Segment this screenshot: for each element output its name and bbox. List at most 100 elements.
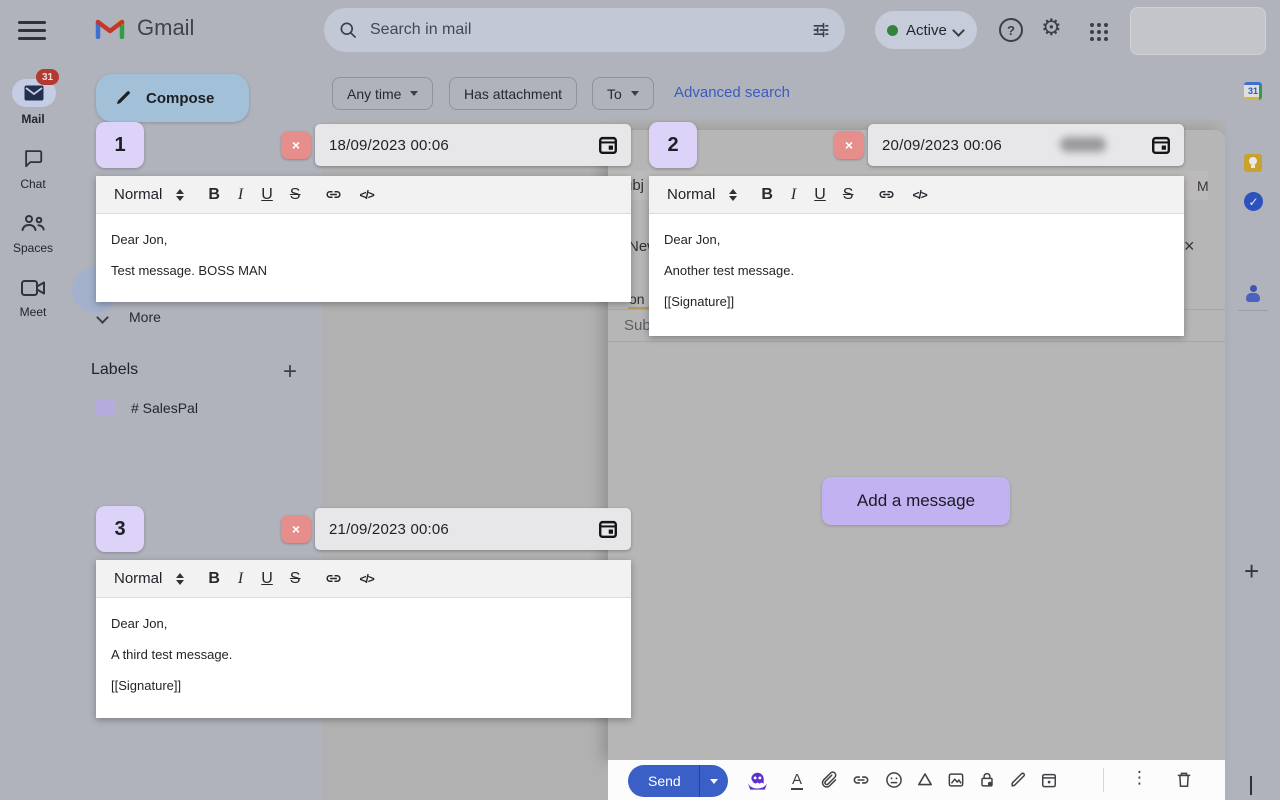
confidential-mode-icon[interactable] (977, 769, 997, 791)
side-panel-divider (1238, 310, 1268, 311)
insert-signature-icon[interactable] (1008, 769, 1028, 791)
label-tag-icon (95, 399, 116, 416)
account-avatar[interactable] (1130, 7, 1266, 55)
create-label-button[interactable]: + (283, 358, 297, 386)
get-add-ons-button[interactable]: + (1244, 556, 1259, 587)
style-updown-icon[interactable] (729, 188, 738, 201)
bold-button[interactable]: B (208, 570, 220, 587)
settings-gear-icon[interactable]: ⚙ (1041, 14, 1062, 41)
sidebar-item-meet-label: Meet (19, 305, 47, 319)
followup-1-number-badge: 1 (96, 122, 144, 168)
insert-emoji-icon[interactable] (884, 769, 904, 791)
google-calendar-icon[interactable]: 31 (1244, 82, 1262, 100)
bold-button[interactable]: B (761, 186, 773, 203)
discard-draft-icon[interactable] (1174, 769, 1194, 791)
redacted-smudge (1060, 137, 1106, 152)
insert-link-icon[interactable] (324, 185, 343, 204)
formatting-options-icon[interactable]: A (787, 769, 807, 791)
followup-2-editor: Normal B I U S </> Dear Jon, Another tes… (649, 176, 1184, 336)
paragraph-style-button[interactable]: Normal (114, 570, 162, 587)
labels-heading: Labels (91, 361, 139, 378)
help-icon[interactable]: ? (999, 18, 1023, 42)
italic-button[interactable]: I (238, 186, 243, 203)
sidebar-item-spaces-label: Spaces (12, 241, 54, 255)
filter-any-time[interactable]: Any time (332, 77, 434, 110)
show-side-panel-icon[interactable] (1250, 776, 1252, 795)
advanced-search-link[interactable]: Advanced search (674, 84, 790, 101)
salespal-ghost-icon[interactable] (744, 766, 771, 793)
underline-button[interactable]: U (261, 186, 273, 203)
calendar-icon[interactable] (597, 518, 619, 540)
chevron-down-icon (951, 23, 965, 37)
strikethrough-button[interactable]: S (843, 186, 854, 203)
insert-link-icon[interactable] (324, 569, 343, 588)
code-view-button[interactable]: </> (359, 572, 374, 586)
google-contacts-icon[interactable] (1244, 285, 1262, 303)
code-view-button[interactable]: </> (912, 188, 927, 202)
google-keep-icon[interactable] (1244, 154, 1262, 172)
main-menu-icon[interactable] (18, 21, 46, 40)
message-line: [[Signature]] (111, 678, 182, 693)
mail-unread-badge: 31 (36, 69, 59, 85)
compose-button[interactable]: Compose (96, 74, 249, 122)
strikethrough-button[interactable]: S (290, 186, 301, 203)
gmail-logo-icon (95, 19, 125, 39)
send-options-button[interactable] (700, 765, 728, 797)
search-bar[interactable]: Search in mail (324, 8, 845, 52)
meet-icon[interactable] (21, 278, 46, 298)
google-apps-icon[interactable] (1090, 23, 1094, 27)
chat-icon[interactable] (22, 147, 44, 169)
paragraph-style-button[interactable]: Normal (667, 186, 715, 203)
filter-any-time-label: Any time (347, 85, 402, 102)
sidebar-more-toggle[interactable]: More (96, 309, 161, 325)
insert-link-icon[interactable] (849, 769, 873, 791)
message-line: Test message. BOSS MAN (111, 263, 268, 278)
followup-3-datetime-field[interactable]: 21/09/2023 00:06 (315, 508, 631, 550)
calendar-icon[interactable] (597, 134, 619, 156)
add-message-button[interactable]: Add a message (822, 477, 1010, 525)
spaces-icon[interactable] (19, 211, 47, 235)
active-status-dot (887, 24, 898, 36)
paragraph-style-button[interactable]: Normal (114, 186, 162, 203)
code-view-button[interactable]: </> (359, 188, 374, 202)
followup-1-datetime-value: 18/09/2023 00:06 (329, 136, 449, 154)
attach-file-icon[interactable] (818, 769, 838, 791)
followup-1-message-body[interactable]: Dear Jon, Test message. BOSS MAN (96, 214, 631, 302)
followup-1-editor: Normal B I U S </> Dear Jon, Test messag… (96, 176, 631, 302)
search-filters-icon[interactable] (811, 20, 831, 40)
followup-2-message-body[interactable]: Dear Jon, Another test message. [[Signat… (649, 214, 1184, 336)
underline-button[interactable]: U (261, 570, 273, 587)
insert-link-icon[interactable] (877, 185, 896, 204)
bold-button[interactable]: B (208, 186, 220, 203)
italic-button[interactable]: I (238, 570, 243, 587)
filter-has-attachment[interactable]: Has attachment (449, 77, 578, 110)
style-updown-icon[interactable] (176, 572, 185, 585)
filter-to[interactable]: To (592, 77, 654, 110)
style-updown-icon[interactable] (176, 188, 185, 201)
underline-button[interactable]: U (814, 186, 826, 203)
send-button[interactable]: Send (628, 765, 699, 797)
strikethrough-button[interactable]: S (290, 570, 301, 587)
calendar-icon[interactable] (1150, 134, 1172, 156)
search-input[interactable]: Search in mail (370, 21, 811, 39)
followup-3-remove-button[interactable]: × (281, 515, 311, 543)
followup-3-message-body[interactable]: Dear Jon, A third test message. [[Signat… (96, 598, 631, 718)
followup-1-remove-button[interactable]: × (281, 131, 311, 159)
more-options-icon[interactable]: ⋮ (1131, 768, 1148, 788)
sidebar-label-salespal[interactable]: # SalesPal (131, 400, 198, 416)
followup-1-datetime-field[interactable]: 18/09/2023 00:06 (315, 124, 631, 166)
followup-2-number-badge: 2 (649, 122, 697, 168)
mail-envelope-icon (24, 85, 44, 101)
followup-2-datetime-field[interactable]: 20/09/2023 00:06 (868, 124, 1184, 166)
message-line: Another test message. (664, 263, 795, 278)
italic-button[interactable]: I (791, 186, 796, 203)
followup-2-remove-button[interactable]: × (834, 131, 864, 159)
compose-close-icon[interactable]: × (1184, 236, 1195, 257)
set-up-time-icon[interactable] (1039, 769, 1059, 791)
google-tasks-icon[interactable]: ✓ (1244, 192, 1263, 211)
message-line: Dear Jon, (664, 232, 721, 247)
insert-from-drive-icon[interactable] (915, 769, 935, 791)
insert-photo-icon[interactable] (946, 769, 966, 791)
followup-1-format-toolbar: Normal B I U S </> (96, 176, 631, 214)
status-selector[interactable]: Active (875, 11, 977, 49)
